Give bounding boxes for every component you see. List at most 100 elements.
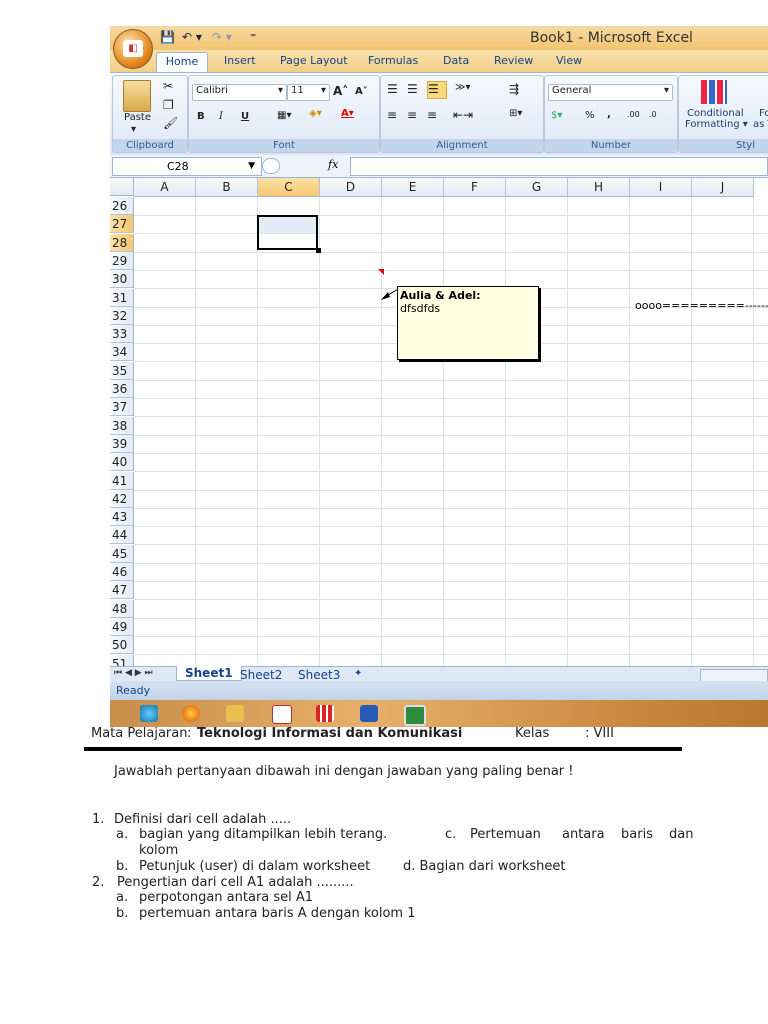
font-size-select[interactable]: 11 ▾ <box>287 84 330 101</box>
grow-font-icon[interactable]: A˄ <box>333 84 348 98</box>
row-header-29[interactable]: 29 <box>110 251 134 270</box>
row-header-26[interactable]: 26 <box>110 197 134 215</box>
formula-expand-icon[interactable] <box>262 158 280 174</box>
formatting-button[interactable]: Formatting ▾ <box>685 119 748 130</box>
excel-icon[interactable] <box>404 705 426 726</box>
row-header-34[interactable]: 34 <box>110 343 134 362</box>
tab-sheet3[interactable]: Sheet3 <box>298 668 340 682</box>
calendar-icon[interactable] <box>272 705 292 724</box>
row-header-43[interactable]: 43 <box>110 508 134 527</box>
row-header-27[interactable]: 27 <box>110 215 134 234</box>
align-bottom-icon[interactable]: ☰ <box>427 81 447 99</box>
column-header-f[interactable]: F <box>444 178 506 197</box>
tab-page-layout[interactable]: Page Layout <box>280 54 348 67</box>
folder-icon[interactable] <box>226 705 244 722</box>
number-format-select[interactable]: General ▾ <box>548 84 673 101</box>
firefox-icon[interactable] <box>182 705 200 722</box>
percent-button[interactable]: % <box>585 110 595 121</box>
align-center-icon[interactable]: ≡ <box>407 108 417 122</box>
office-button[interactable]: ◧ <box>113 29 153 69</box>
indent-icon[interactable]: ⇤⇥ <box>453 108 473 122</box>
insert-sheet-icon[interactable]: ✦ <box>354 668 362 679</box>
tab-formulas[interactable]: Formulas <box>368 54 418 67</box>
conditional-formatting-icon[interactable] <box>701 80 727 104</box>
decrease-decimal-icon[interactable]: .0 <box>649 110 657 119</box>
row-header-39[interactable]: 39 <box>110 434 134 453</box>
italic-button[interactable]: I <box>219 111 223 122</box>
bold-button[interactable]: B <box>197 111 205 122</box>
border-icon[interactable]: ▦▾ <box>277 110 291 121</box>
redo-icon[interactable]: ↷ ▾ <box>212 30 232 44</box>
copy-icon[interactable]: ❐ <box>163 98 174 112</box>
align-left-icon[interactable]: ≡ <box>387 108 397 122</box>
select-all-corner[interactable] <box>110 178 134 196</box>
undo-icon[interactable]: ↶ ▾ <box>182 30 202 44</box>
row-header-40[interactable]: 40 <box>110 453 134 472</box>
ie-icon[interactable] <box>140 705 158 722</box>
row-header-37[interactable]: 37 <box>110 398 134 417</box>
row-header-36[interactable]: 36 <box>110 380 134 398</box>
row-header-45[interactable]: 45 <box>110 544 134 563</box>
underline-button[interactable]: U <box>241 111 249 122</box>
row-header-31[interactable]: 31 <box>110 288 134 307</box>
column-header-i[interactable]: I <box>630 178 692 197</box>
increase-decimal-icon[interactable]: .00 <box>627 110 640 119</box>
orientation-icon[interactable]: ≫▾ <box>455 82 471 93</box>
format-as-table-label-2[interactable]: as T <box>753 119 768 130</box>
row-header-41[interactable]: 41 <box>110 471 134 490</box>
customize-qat-icon[interactable]: ⁼ <box>250 30 256 44</box>
currency-icon[interactable]: $▾ <box>551 110 562 121</box>
column-header-a[interactable]: A <box>134 178 196 197</box>
row-header-42[interactable]: 42 <box>110 489 134 508</box>
cut-icon[interactable]: ✂ <box>163 79 173 93</box>
merge-center-icon[interactable]: ⊞▾ <box>509 108 522 119</box>
name-box[interactable]: C28 ▼ <box>112 157 262 176</box>
row-header-49[interactable]: 49 <box>110 617 134 636</box>
column-header-e[interactable]: E <box>382 178 444 197</box>
column-header-j[interactable]: J <box>692 178 754 197</box>
row-header-50[interactable]: 50 <box>110 636 134 655</box>
column-header-g[interactable]: G <box>506 178 568 197</box>
align-right-icon[interactable]: ≡ <box>427 108 437 122</box>
comment-box[interactable]: Aulia & Adel: dfsdfds <box>397 286 539 360</box>
sheet-nav-icon[interactable]: ⏮ ◀ ▶ ⏭ <box>114 668 153 678</box>
name-box-dropdown-icon[interactable]: ▼ <box>248 158 255 175</box>
column-header-d[interactable]: D <box>320 178 382 197</box>
column-header-h[interactable]: H <box>568 178 630 197</box>
tab-view[interactable]: View <box>556 54 582 67</box>
tab-sheet2[interactable]: Sheet2 <box>240 668 282 682</box>
row-header-38[interactable]: 38 <box>110 416 134 435</box>
selected-cell-c27[interactable] <box>259 217 316 233</box>
column-header-b[interactable]: B <box>196 178 258 197</box>
formula-input[interactable] <box>350 157 768 176</box>
font-color-icon[interactable]: A▾ <box>341 108 354 119</box>
wrap-text-icon[interactable]: ⇶ <box>509 82 519 96</box>
column-header-c[interactable]: C <box>258 178 320 197</box>
align-top-icon[interactable]: ☰ <box>387 82 398 96</box>
format-as-table-label[interactable]: Fo <box>759 108 768 119</box>
format-painter-icon[interactable]: 🖌 <box>163 116 178 130</box>
worksheet-grid[interactable]: ABCDEFGHIJ 26 27 28 29 30 31 32 33 34 35 36 37 38 39 4… <box>110 178 768 674</box>
conditional-formatting-button[interactable]: Conditional <box>687 108 744 119</box>
paste-button[interactable]: Paste <box>124 112 151 123</box>
font-name-select[interactable]: Calibri ▾ <box>192 84 287 101</box>
row-header-28[interactable]: 28 <box>110 233 134 252</box>
paste-icon[interactable] <box>123 80 151 112</box>
row-header-32[interactable]: 32 <box>110 306 134 325</box>
row-header-30[interactable]: 30 <box>110 270 134 289</box>
fill-color-icon[interactable]: ◈▾ <box>309 108 322 119</box>
tab-review[interactable]: Review <box>494 54 533 67</box>
word-icon[interactable] <box>360 705 378 722</box>
save-icon[interactable]: 💾 <box>160 30 175 44</box>
comma-button[interactable]: , <box>607 109 611 120</box>
row-header-33[interactable]: 33 <box>110 325 134 344</box>
row-header-48[interactable]: 48 <box>110 599 134 618</box>
shrink-font-icon[interactable]: A˅ <box>355 86 368 97</box>
function-icon[interactable]: fx <box>328 158 338 171</box>
tab-data[interactable]: Data <box>443 54 469 67</box>
tab-sheet1[interactable]: Sheet1 <box>176 666 242 681</box>
row-header-35[interactable]: 35 <box>110 361 134 380</box>
row-header-47[interactable]: 47 <box>110 581 134 600</box>
fill-handle[interactable] <box>316 248 321 253</box>
align-middle-icon[interactable]: ☰ <box>407 82 418 96</box>
